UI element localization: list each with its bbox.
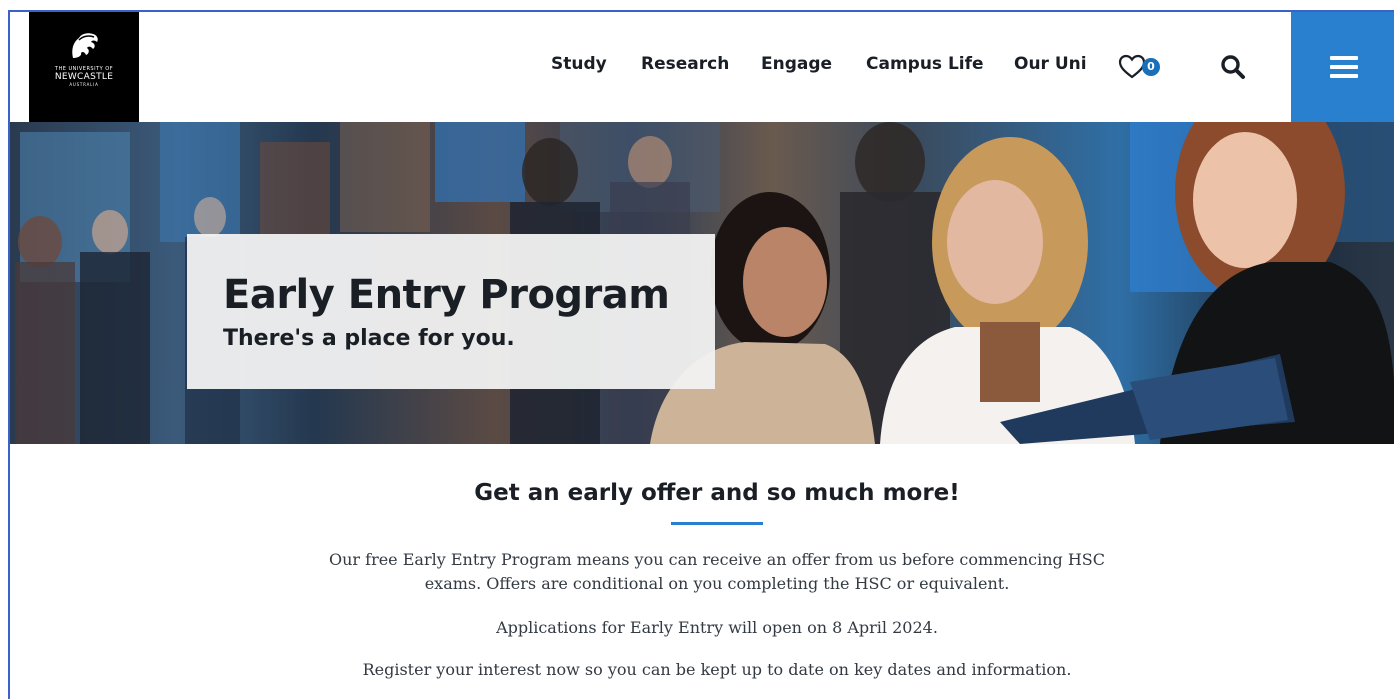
search-icon bbox=[1221, 55, 1245, 79]
hero-banner: Early Entry Program There's a place for … bbox=[10, 122, 1394, 444]
applications-open-text: Applications for Early Entry will open o… bbox=[496, 618, 938, 637]
search-button[interactable] bbox=[1220, 54, 1246, 80]
nav-research[interactable]: Research bbox=[641, 54, 729, 74]
intro-paragraph-line-1: Our free Early Entry Program means you c… bbox=[328, 550, 1105, 569]
hamburger-menu-icon bbox=[1329, 56, 1358, 78]
nav-campus-life[interactable]: Campus Life bbox=[866, 54, 984, 74]
hero-subtitle: There's a place for you. bbox=[223, 326, 515, 351]
nav-engage[interactable]: Engage bbox=[761, 54, 832, 74]
favourites-count-badge: 0 bbox=[1142, 58, 1160, 76]
hero-text-box: Early Entry Program There's a place for … bbox=[187, 234, 715, 389]
section-heading: Get an early offer and so much more! bbox=[474, 480, 960, 506]
heading-underline bbox=[671, 522, 763, 525]
nav-study[interactable]: Study bbox=[551, 54, 607, 74]
favourites-button[interactable]: 0 bbox=[1118, 52, 1164, 82]
menu-button[interactable] bbox=[1291, 12, 1394, 122]
page-frame: THE UNIVERSITY OF NEWCASTLE AUSTRALIA St… bbox=[8, 10, 1394, 699]
intro-section: Get an early offer and so much more! Our… bbox=[10, 444, 1394, 699]
nav-our-uni[interactable]: Our Uni bbox=[1014, 54, 1087, 74]
intro-paragraph-line-2: exams. Offers are conditional on you com… bbox=[424, 574, 1010, 593]
main-nav: Study Research Engage Campus Life Our Un… bbox=[10, 12, 1394, 122]
hero-title: Early Entry Program bbox=[223, 272, 670, 318]
register-interest-text: Register your interest now so you can be… bbox=[362, 660, 1072, 679]
site-header: THE UNIVERSITY OF NEWCASTLE AUSTRALIA St… bbox=[10, 12, 1394, 122]
